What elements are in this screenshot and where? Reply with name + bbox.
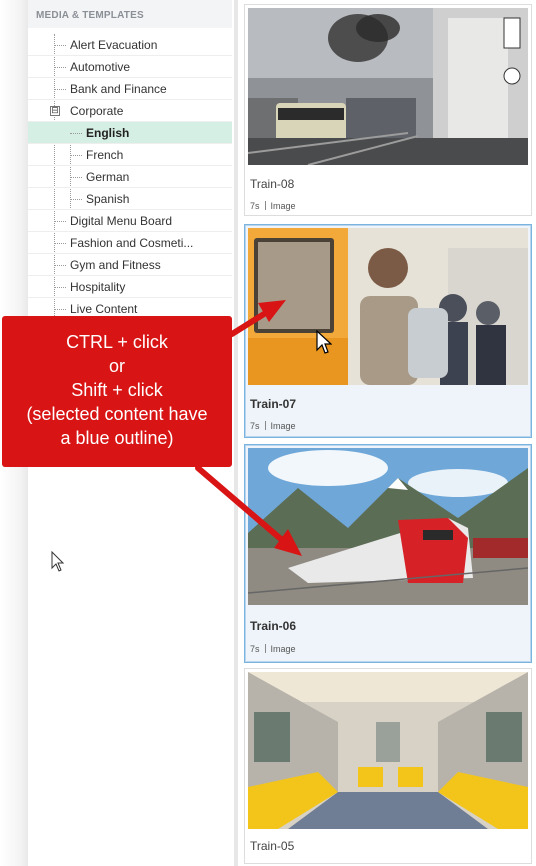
tree-item-label: Bank and Finance: [70, 82, 167, 96]
tree-dots: [54, 89, 66, 90]
media-title: Train-08: [250, 177, 295, 191]
callout-line: (selected content have: [26, 404, 208, 424]
media-card-train-08[interactable]: Train-08 7s Image: [244, 4, 532, 216]
tree-item-label: Corporate: [70, 104, 124, 118]
media-type: Image: [270, 644, 296, 654]
callout-line: CTRL + click: [66, 332, 168, 352]
tree-dots: [54, 287, 66, 288]
callout-line: Shift + click: [71, 380, 163, 400]
mouse-pointer-icon: [51, 551, 65, 572]
tree-dots: [54, 221, 66, 222]
tree-dots: [54, 243, 66, 244]
media-thumbnail: [248, 448, 528, 605]
tree-item-label: Alert Evacuation: [70, 38, 158, 52]
app-root: MEDIA & TEMPLATES Alert Evacuation Autom…: [0, 0, 536, 866]
tree-item-label: English: [86, 126, 130, 140]
callout-line: or: [108, 356, 125, 376]
tree-item-french[interactable]: French: [28, 144, 232, 166]
media-title: Train-07: [250, 397, 297, 411]
mouse-pointer-icon: [316, 330, 332, 354]
media-thumbnail: [248, 8, 528, 165]
tree-item-fashion-and-cosmetics[interactable]: Fashion and Cosmeti...: [28, 232, 232, 254]
tree-item-hospitality[interactable]: Hospitality: [28, 276, 232, 298]
tree-item-label: French: [86, 148, 124, 162]
callout-line: a blue outline): [60, 428, 174, 448]
tree-item-english[interactable]: English: [28, 122, 232, 144]
media-type: Image: [270, 421, 296, 431]
media-title: Train-05: [250, 839, 295, 853]
media-card-train-07[interactable]: Train-07 7s Image: [244, 224, 532, 438]
tree-item-corporate[interactable]: ⊟ Corporate: [28, 100, 232, 122]
tree-item-german[interactable]: German: [28, 166, 232, 188]
collapse-toggle-icon[interactable]: ⊟: [50, 106, 60, 116]
tree-dots: [54, 309, 66, 310]
media-thumbnail: [248, 228, 528, 385]
media-thumbnail: [248, 672, 528, 829]
tree-item-gym-and-fitness[interactable]: Gym and Fitness: [28, 254, 232, 276]
meta-separator: [264, 421, 266, 430]
media-card-train-06[interactable]: Train-06 7s Image: [244, 444, 532, 663]
tree-dots: [70, 177, 82, 178]
meta-separator: [264, 201, 266, 210]
tree-item-automotive[interactable]: Automotive: [28, 56, 232, 78]
tree-item-bank-and-finance[interactable]: Bank and Finance: [28, 78, 232, 100]
tree-dots: [70, 133, 82, 134]
media-card-train-05[interactable]: Train-05: [244, 668, 532, 864]
tree-item-label: Fashion and Cosmeti...: [70, 236, 194, 250]
tree-item-label: Gym and Fitness: [70, 258, 161, 272]
panel-divider[interactable]: [234, 0, 238, 866]
tree-item-spanish[interactable]: Spanish: [28, 188, 232, 210]
tree-dots: [54, 67, 66, 68]
tree-item-label: German: [86, 170, 130, 184]
tree-item-alert-evacuation[interactable]: Alert Evacuation: [28, 34, 232, 56]
instruction-callout: CTRL + click or Shift + click (selected …: [2, 316, 232, 467]
sidebar-header: MEDIA & TEMPLATES: [28, 0, 232, 28]
media-duration: 7s: [250, 644, 260, 654]
tree-dots: [54, 45, 66, 46]
folder-tree: Alert Evacuation Automotive Bank and Fin…: [28, 34, 232, 344]
media-title: Train-06: [250, 619, 297, 633]
meta-separator: [264, 644, 266, 653]
tree-item-digital-menu-board[interactable]: Digital Menu Board: [28, 210, 232, 232]
tree-item-label: Spanish: [86, 192, 130, 206]
tree-item-label: Hospitality: [70, 280, 126, 294]
tree-dots: [70, 155, 82, 156]
media-meta: 7s Image: [250, 201, 296, 211]
media-duration: 7s: [250, 421, 260, 431]
media-meta: 7s Image: [250, 644, 296, 654]
media-meta: 7s Image: [250, 421, 296, 431]
media-duration: 7s: [250, 201, 260, 211]
tree-dots: [54, 265, 66, 266]
tree-dots: [70, 199, 82, 200]
tree-item-label: Digital Menu Board: [70, 214, 173, 228]
tree-item-label: Automotive: [70, 60, 131, 74]
media-type: Image: [270, 201, 296, 211]
